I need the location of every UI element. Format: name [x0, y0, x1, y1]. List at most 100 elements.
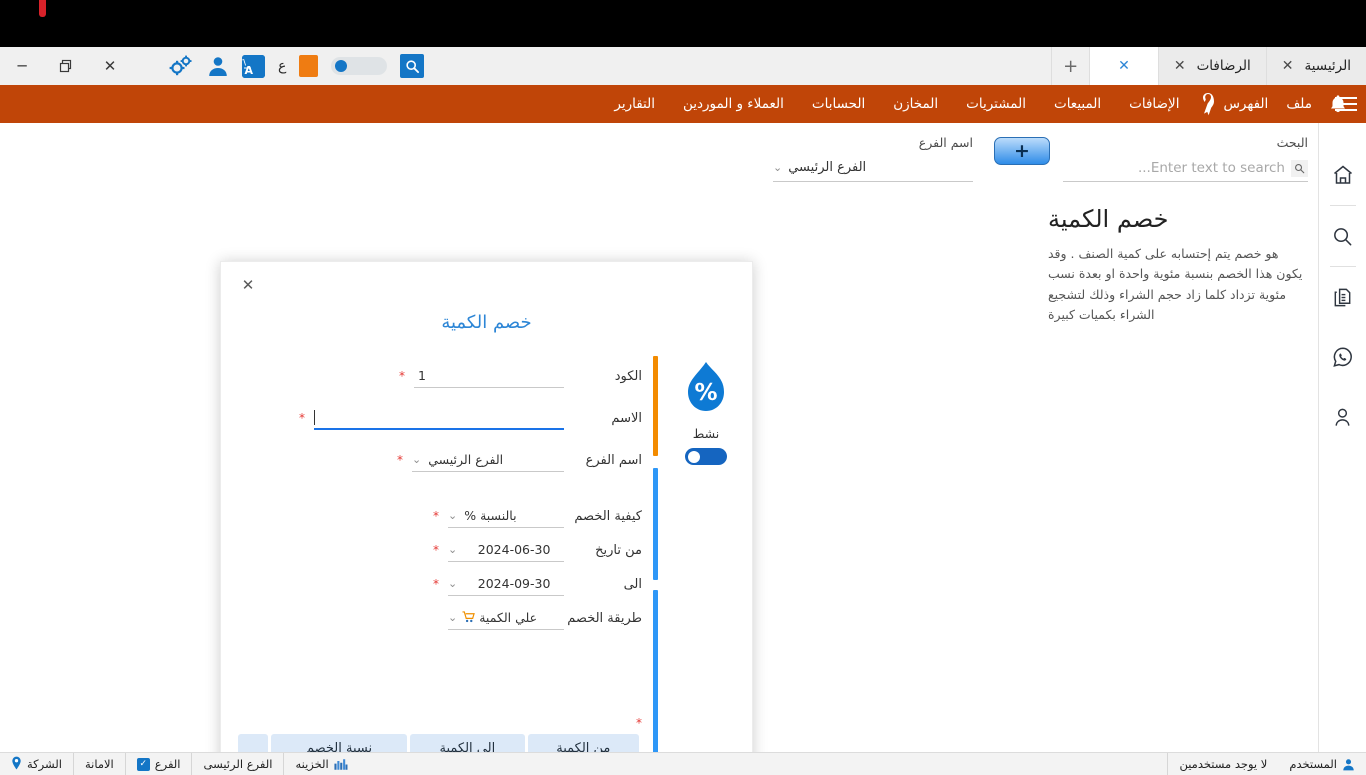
nav-item-customers-suppliers[interactable]: العملاء و الموردين: [669, 85, 798, 123]
to-date-input[interactable]: 2024-09-30 ⌄: [448, 572, 564, 596]
rail-item-whatsapp[interactable]: [1319, 327, 1366, 387]
home-icon: [1331, 163, 1355, 187]
rail-item-search[interactable]: [1319, 206, 1366, 266]
form-row-from-date: من تاريخ 2024-06-30 ⌄ *: [235, 536, 642, 564]
tab-active-blank[interactable]: ✕: [1089, 47, 1158, 85]
discount-type-select[interactable]: بالنسبة % ⌄: [448, 504, 564, 528]
from-date-input[interactable]: 2024-06-30 ⌄: [448, 538, 564, 562]
close-window-button[interactable]: ✕: [88, 47, 132, 85]
translate-icon-button[interactable]: \u6587 A: [242, 55, 265, 78]
close-icon[interactable]: ✕: [1118, 59, 1130, 73]
restore-window-button[interactable]: [44, 47, 88, 85]
dialog-close-button[interactable]: ✕: [235, 272, 261, 298]
discount-method-select[interactable]: علي الكمية ⌄: [448, 606, 564, 630]
nav-item-label: الفهرس: [1223, 85, 1268, 123]
branch-select[interactable]: الفرع الرئيسي ⌄: [773, 155, 973, 182]
name-input[interactable]: [314, 406, 564, 430]
tab-home[interactable]: الرئيسية ✕: [1266, 47, 1366, 85]
status-left-group: المستخدم لا يوجد مستخدمين: [1167, 753, 1366, 775]
dialog-title: خصم الكمية: [221, 312, 752, 333]
status-main-branch-label: الفرع الرئيسى: [203, 757, 272, 771]
arabic-language-indicator[interactable]: ع: [278, 58, 286, 74]
search-field-group: البحث: [1063, 135, 1308, 182]
list-icon-button[interactable]: [299, 55, 318, 77]
search-box[interactable]: [1063, 155, 1308, 182]
tab-label: الرضافات: [1197, 58, 1251, 74]
field-label: من تاريخ: [564, 543, 642, 558]
status-treasury[interactable]: الخزينه: [284, 753, 358, 775]
field-label: الكود: [564, 369, 642, 384]
pin-icon: [11, 756, 22, 773]
chevron-down-icon: ⌄: [448, 611, 457, 624]
hamburger-menu-button[interactable]: [1326, 97, 1366, 111]
required-marker: *: [433, 543, 439, 557]
search-icon: [405, 59, 420, 74]
discount-method-value: علي الكمية: [475, 610, 564, 625]
status-company[interactable]: الشركة: [0, 753, 74, 775]
whatsapp-icon: [1331, 345, 1355, 369]
rail-item-documents[interactable]: [1319, 267, 1366, 327]
new-tab-button[interactable]: +: [1051, 47, 1089, 85]
branch-field-group: اسم الفرع الفرع الرئيسي ⌄: [773, 135, 973, 182]
nav-menu: ملف الفهرس الإضافات المبيعات المشتريات ا…: [590, 85, 1366, 123]
rail-item-person[interactable]: [1319, 387, 1366, 447]
dialog-body: % نشط الكود 1: [221, 354, 752, 775]
search-icon-button[interactable]: [400, 54, 424, 78]
status-no-users-label: لا يوجد مستخدمين: [1179, 757, 1267, 771]
branch-value: الفرع الرئيسي: [782, 160, 973, 175]
nav-item-index[interactable]: الفهرس: [1193, 85, 1272, 123]
required-marker: *: [299, 411, 305, 425]
status-user[interactable]: المستخدم: [1278, 753, 1366, 775]
text-cursor: [314, 410, 315, 425]
percent-flame-icon: %: [670, 360, 742, 420]
search-input[interactable]: [1063, 160, 1285, 176]
code-input[interactable]: 1: [414, 364, 564, 388]
documents-icon: [1331, 286, 1354, 309]
field-label: الى: [564, 577, 642, 592]
settings-button[interactable]: [168, 54, 194, 78]
status-main-branch[interactable]: الفرع الرئيسى: [192, 753, 284, 775]
status-company-label: الشركة: [27, 757, 62, 771]
page-description: هو خصم يتم إحتسابه على كمية الصنف . وقد …: [1048, 244, 1308, 325]
status-branch-label: الفرع: [155, 757, 181, 771]
settings-gears-icon: [168, 54, 194, 78]
search-branch-row: البحث + اسم الفرع الفرع الرئيسي ⌄: [758, 135, 1318, 191]
close-icon[interactable]: ✕: [1282, 59, 1294, 73]
to-date-value: 2024-09-30: [460, 576, 564, 591]
required-marker: *: [235, 716, 642, 730]
accent-bar-blue-top: [653, 468, 658, 580]
checkbox-icon[interactable]: ✓: [137, 758, 150, 771]
close-icon[interactable]: ✕: [1174, 59, 1186, 73]
nav-item-reports[interactable]: التقارير: [600, 85, 669, 123]
nav-item-sales[interactable]: المبيعات: [1040, 85, 1115, 123]
window-tab-bar: ✕ ─: [0, 47, 1366, 85]
nav-item-file[interactable]: ملف: [1272, 85, 1326, 123]
top-black-strip: [0, 0, 1366, 47]
minimize-window-button[interactable]: ─: [0, 47, 44, 85]
tab-extensions[interactable]: الرضافات ✕: [1158, 47, 1266, 85]
discount-form: الكود 1 * الاسم *: [235, 354, 642, 632]
arabic-letter-label: ع: [278, 58, 286, 74]
from-date-value: 2024-06-30: [460, 542, 564, 557]
nav-item-purchases[interactable]: المشتريات: [952, 85, 1040, 123]
required-marker: *: [433, 509, 439, 523]
branch-select-input[interactable]: الفرع الرئيسي ⌄: [412, 448, 564, 472]
rail-item-home[interactable]: [1319, 145, 1366, 205]
add-new-button[interactable]: +: [994, 137, 1050, 165]
user-account-button[interactable]: [207, 55, 229, 77]
required-marker: *: [433, 577, 439, 591]
nav-item-warehouses[interactable]: المخازن: [879, 85, 952, 123]
status-column: % نشط: [670, 360, 742, 465]
status-branch[interactable]: الفرع ✓: [126, 753, 193, 775]
form-row-code: الكود 1 *: [235, 362, 642, 390]
quick-toggle-switch[interactable]: [331, 57, 387, 75]
nav-item-extensions[interactable]: الإضافات: [1115, 85, 1193, 123]
active-toggle-switch[interactable]: [685, 448, 727, 465]
window-controls: ✕ ─: [0, 47, 132, 85]
right-icon-rail: [1318, 123, 1366, 752]
nav-item-accounts[interactable]: الحسابات: [798, 85, 879, 123]
status-trust[interactable]: الامانة: [74, 753, 126, 775]
tab-label: الرئيسية: [1305, 58, 1352, 74]
form-row-discount-type: كيفية الخصم بالنسبة % ⌄ *: [235, 502, 642, 530]
status-label: نشط: [670, 426, 742, 441]
